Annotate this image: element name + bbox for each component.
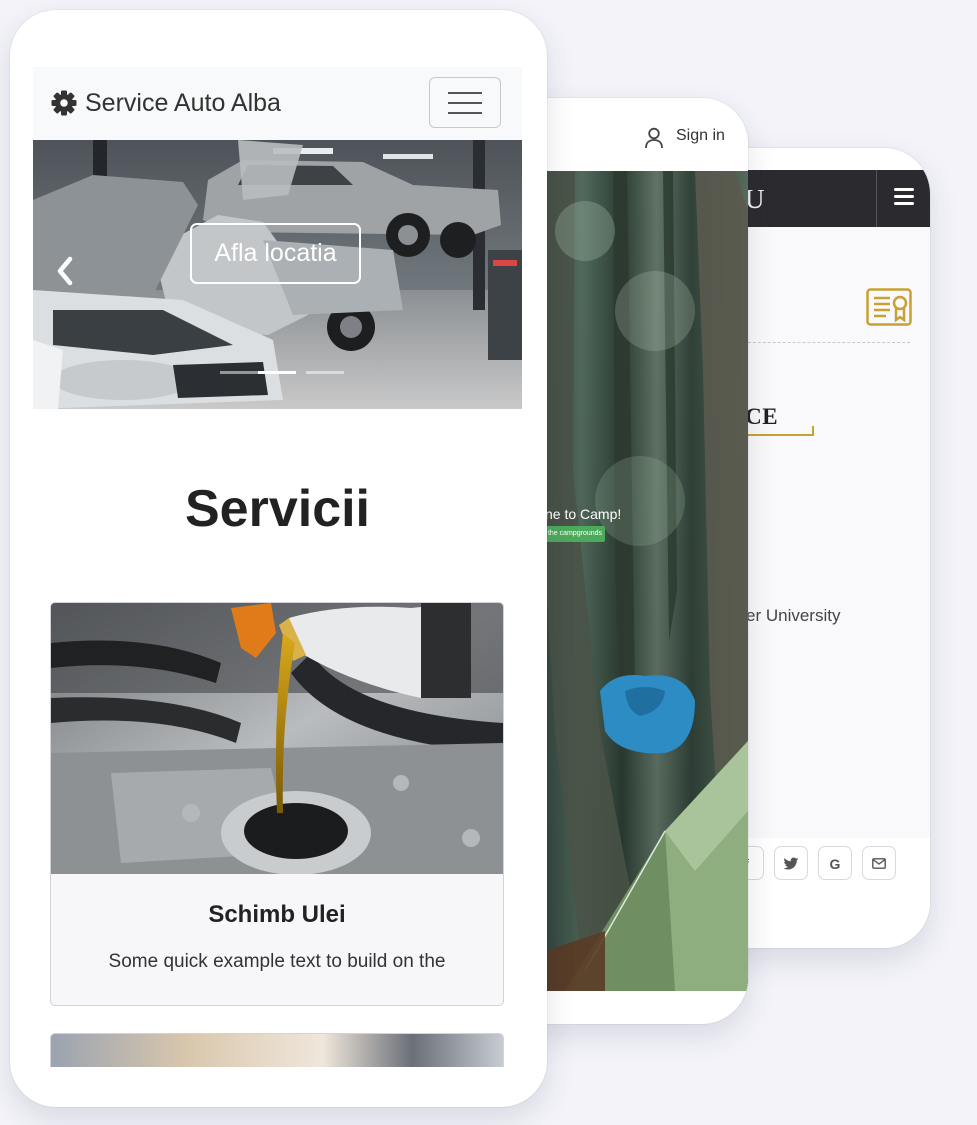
service-card[interactable]: Schimb Ulei Some quick example text to b… (50, 602, 504, 1006)
campground-hero-image (545, 171, 748, 991)
hamburger-icon[interactable] (894, 188, 914, 206)
view-campgrounds-button[interactable]: the campgrounds (545, 526, 605, 542)
resume-university-text: er University (746, 606, 841, 625)
card-text: Some quick example text to build on the (108, 951, 446, 972)
sign-in-label: Sign in (676, 127, 725, 144)
chevron-left-icon[interactable] (53, 254, 77, 288)
carousel-indicator-1[interactable] (220, 371, 258, 374)
card-title: Schimb Ulei (208, 901, 346, 928)
hamburger-icon (448, 92, 482, 94)
certificate-icon (866, 288, 912, 326)
gear-icon (51, 90, 77, 116)
section-underline-tick (812, 426, 814, 436)
service-auto-screen: Service Auto Alba Afla locatia Servicii … (33, 67, 522, 1067)
user-icon (645, 127, 663, 149)
mail-icon[interactable] (862, 846, 896, 880)
afla-locatia-button[interactable]: Afla locatia (190, 223, 361, 284)
brand-title: Service Auto Alba (85, 89, 281, 117)
hero-carousel[interactable]: Afla locatia (33, 140, 522, 409)
service-card-next[interactable] (50, 1033, 504, 1067)
navbar-divider (876, 170, 877, 227)
section-title: Servicii (184, 480, 371, 538)
camp-welcome-text: ne to Camp! (545, 506, 622, 522)
google-icon[interactable]: G (818, 846, 852, 880)
phone-frame-service-auto: Service Auto Alba Afla locatia Servicii … (10, 10, 547, 1107)
carousel-indicator-3[interactable] (306, 371, 344, 374)
oil-change-image (51, 603, 503, 874)
twitter-icon[interactable] (774, 846, 808, 880)
navbar-toggler-button[interactable] (429, 77, 501, 128)
navbar: Service Auto Alba (33, 67, 522, 140)
carousel-indicator-2[interactable] (258, 371, 296, 374)
